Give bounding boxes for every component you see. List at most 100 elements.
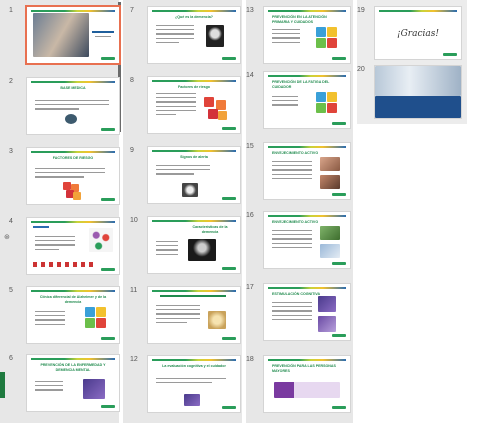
color-bar	[31, 10, 115, 12]
brain-image	[188, 239, 216, 261]
photo-image	[320, 175, 340, 189]
slide-number: 6	[9, 355, 13, 362]
slide-title: PREVENCIÓN DE LA ENFERMEDAD Y DEMENCIA M…	[40, 363, 106, 372]
text-lines	[35, 236, 75, 253]
slide-title: PREVENCIÓN DE LA FATIGA DEL CUIDADOR	[272, 80, 330, 89]
slide-title: Factores de riesgo	[178, 85, 210, 89]
brand-logo	[222, 127, 236, 130]
brand-logo	[443, 53, 457, 56]
heading-line	[33, 226, 49, 228]
slide-number: 7	[130, 7, 134, 14]
slide-number: 5	[9, 287, 13, 294]
color-bar	[31, 358, 115, 360]
slide-number: 14	[246, 72, 254, 79]
brain-image	[318, 296, 336, 312]
text-lines	[35, 311, 65, 328]
color-bar	[152, 290, 236, 292]
icon-row	[33, 262, 93, 267]
puzzle-icon	[63, 182, 81, 200]
slide-title: ENVEJECIMIENTO ACTIVO	[272, 151, 319, 155]
brand-logo	[101, 268, 115, 271]
brain-image	[206, 25, 224, 47]
slide-preview: ENVEJECIMIENTO ACTIVO	[264, 212, 350, 268]
slide-title: Signos de alerta	[180, 155, 208, 159]
slide-transition-icon: ⊛	[4, 234, 10, 241]
color-bar	[152, 359, 236, 361]
slide-number: 19	[357, 7, 365, 14]
photo-image	[208, 311, 226, 329]
slide-preview: PREVENCIÓN DE LA ENFERMEDAD Y DEMENCIA M…	[27, 355, 119, 411]
text-lines	[272, 161, 312, 182]
slide-preview: FACTORES DE RIESGO	[27, 148, 119, 204]
text-lines	[156, 25, 194, 46]
slide-preview	[375, 66, 461, 118]
text-lines	[156, 378, 226, 386]
text-lines	[156, 93, 196, 118]
text-lines	[35, 168, 105, 181]
slide-number: 2	[9, 78, 13, 85]
brand-logo	[332, 334, 346, 337]
brain-image	[83, 379, 105, 399]
side-tab	[0, 372, 5, 398]
title-line	[92, 31, 114, 33]
color-bar	[268, 10, 346, 12]
brand-logo	[101, 337, 115, 340]
brand-logo	[332, 193, 346, 196]
color-bar	[268, 75, 346, 77]
photo-image	[320, 226, 340, 240]
slide-preview: ESTIMULACIÓN COGNITIVA	[264, 284, 350, 340]
slide-number: 12	[130, 356, 138, 363]
slide-preview: Signos de alerta	[148, 147, 240, 203]
slide-title: Clínica diferencial de Alzheimer y de la…	[39, 295, 107, 304]
icons-graphic	[89, 228, 113, 252]
color-bar	[268, 359, 346, 361]
photo-image	[375, 66, 461, 96]
color-bar	[152, 10, 236, 12]
brand-logo	[222, 267, 236, 270]
brand-logo	[332, 57, 346, 60]
slide-number: 11	[130, 287, 138, 294]
color-bar	[152, 220, 236, 222]
slide-number: 13	[246, 7, 254, 14]
puzzle-icon	[85, 307, 107, 329]
text-lines	[272, 29, 300, 46]
text-lines	[156, 165, 210, 178]
slide-title: La evaluación cognitiva y el cuidador	[162, 364, 226, 368]
title-line	[160, 295, 226, 297]
color-bar	[379, 10, 457, 12]
slide-number: 10	[130, 217, 138, 224]
slide-preview: PREVENCIÓN EN LA ATENCIÓN PRIMARIA Y CUI…	[264, 7, 350, 63]
photo-image	[320, 157, 340, 171]
footer-band	[375, 96, 461, 118]
slide-title: ¡Gracias!	[397, 29, 439, 39]
color-bar	[268, 146, 346, 148]
slide-preview: PREVENCIÓN DE LA FATIGA DEL CUIDADOR	[264, 72, 350, 128]
brand-logo	[101, 405, 115, 408]
slide-number: 15	[246, 143, 254, 150]
slide-title: BASE MEDICA	[60, 86, 86, 90]
slide-title: FACTORES DE RIESGO	[52, 156, 94, 160]
slide-title: PREVENCIÓN PARA LAS PERSONAS MAYORES	[272, 364, 336, 373]
slide-preview	[27, 7, 119, 63]
brand-logo	[101, 57, 115, 60]
text-lines	[272, 302, 312, 323]
brand-logo	[332, 262, 346, 265]
slide-preview: La evaluación cognitiva y el cuidador	[148, 356, 240, 412]
slide-number: 18	[246, 356, 254, 363]
slide-preview: ¡Gracias!	[375, 7, 461, 59]
brand-logo	[222, 337, 236, 340]
color-bar	[31, 290, 115, 292]
brain-image	[65, 114, 77, 124]
slide-preview	[27, 218, 119, 274]
brand-logo	[222, 406, 236, 409]
puzzle-icon	[316, 27, 338, 49]
text-lines	[35, 100, 109, 113]
text-lines	[272, 230, 312, 251]
slide-number: 17	[246, 284, 254, 291]
slide-preview: ENVEJECIMIENTO ACTIVO	[264, 143, 350, 199]
color-bar	[31, 151, 115, 153]
slide-number: 20	[357, 66, 365, 73]
brain-image	[182, 183, 198, 197]
photo-image	[33, 13, 89, 57]
slide-number: 8	[130, 77, 134, 84]
